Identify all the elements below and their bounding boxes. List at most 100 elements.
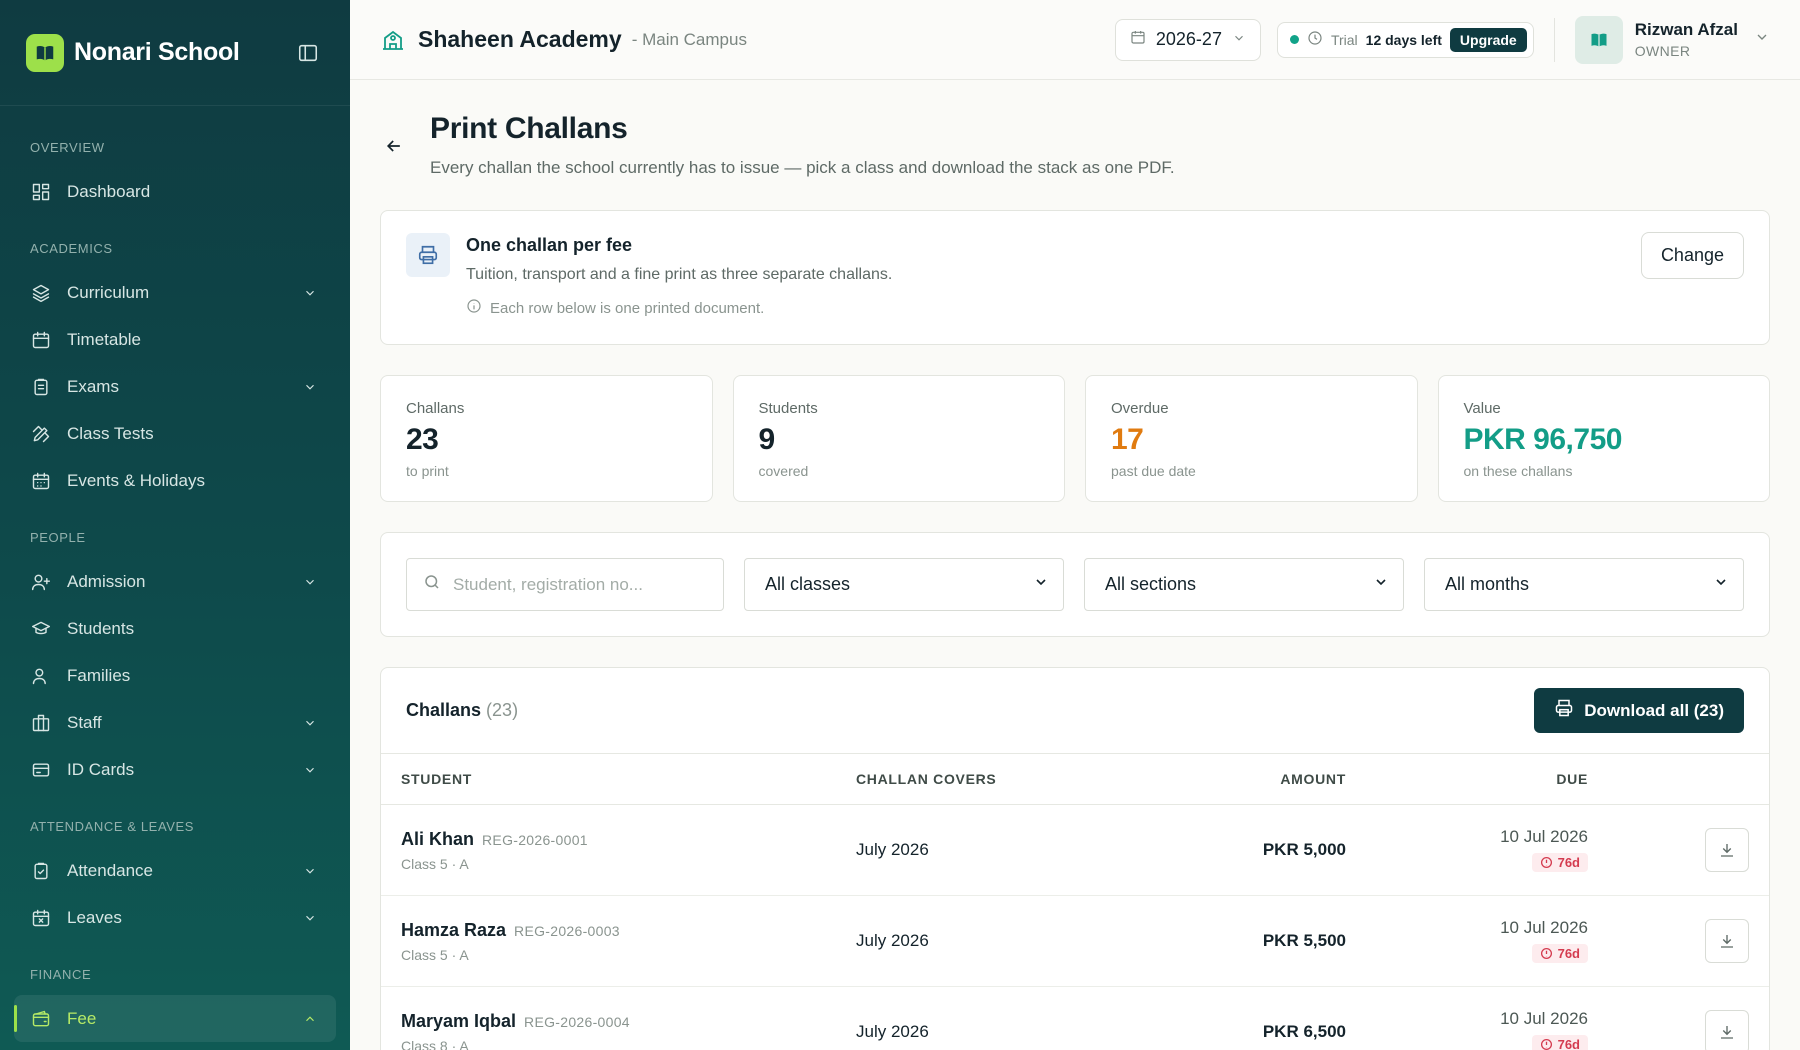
chevron-down-icon [1232,29,1246,50]
download-challan-button[interactable] [1705,919,1749,963]
overdue-badge: 76d [1531,852,1588,872]
sidebar-item-label: Fee [67,1008,97,1028]
column-header-amount[interactable]: AMOUNT [1146,771,1346,787]
page-title: Print Challans [430,112,628,145]
search-input[interactable] [453,574,707,595]
chevron-down-icon [302,574,318,590]
challans-table-card: Challans (23) Download all (23) STUDENT … [380,667,1770,1050]
divider [1553,17,1555,62]
academic-year-select[interactable]: 2026-27 [1114,18,1261,61]
due-date: 10 Jul 2026 [1500,1008,1588,1028]
sidebar-item-students[interactable]: Students [0,605,350,652]
download-icon [1721,935,1733,948]
filters-bar: All classes All sections All months [380,532,1770,637]
stat-label: Students [758,400,818,417]
challan-covers: July 2026 [856,931,929,950]
download-all-button[interactable]: Download all (23) [1534,688,1744,733]
sidebar-item-label: Dashboard [67,181,151,201]
student-name: Ali Khan [401,828,475,849]
stat-card-students: Students 9 covered [732,375,1065,502]
table-row[interactable]: Ali Khan REG-2026-0001 Class 5 · A July 2… [381,805,1769,896]
download-icon [1721,844,1733,857]
sidebar-toggle-icon[interactable] [294,39,322,67]
sidebar-item-attendance[interactable]: Attendance [0,847,350,894]
change-mode-button[interactable]: Change [1640,232,1744,279]
back-arrow-icon[interactable] [382,134,406,158]
sidebar-item-label: Events & Holidays [67,470,205,490]
upgrade-button[interactable]: Upgrade [1449,27,1527,52]
sidebar-item-label: Families [67,665,131,685]
table-row[interactable]: Maryam Iqbal REG-2026-0004 Class 8 · A Ju… [381,987,1769,1050]
student-cell: Ali Khan REG-2026-0001 Class 5 · A [381,829,856,872]
sidebar-item-events-holidays[interactable]: Events & Holidays [0,457,350,504]
download-challan-button[interactable] [1705,828,1749,872]
search-field[interactable] [406,558,724,611]
user-name: Rizwan Afzal [1634,20,1738,39]
registration-number: REG-2026-0001 [482,831,588,848]
chevron-down-icon [1713,574,1729,595]
student-cell: Maryam Iqbal REG-2026-0004 Class 8 · A [381,1011,856,1050]
sidebar-item-fee[interactable]: Fee [14,995,336,1042]
column-header-student[interactable]: STUDENT [381,771,856,787]
sidebar-item-exams[interactable]: Exams [0,363,350,410]
chevron-down-icon [1373,574,1389,595]
sidebar-item-class-tests[interactable]: Class Tests [0,410,350,457]
nav-section-heading: OVERVIEW [30,140,105,155]
alert-circle-icon [1540,856,1552,868]
overdue-days: 76d [1557,945,1580,961]
school-building-icon [380,27,406,53]
layers-icon [30,282,52,304]
mode-note: Each row below is one printed document. [466,298,1641,318]
table-title-text: Challans [406,700,482,720]
page-subtitle: Every challan the school currently has t… [430,158,1175,177]
download-challan-button[interactable] [1705,1010,1749,1050]
stat-caption: on these challans [1463,463,1573,479]
chevron-down-icon [302,863,318,879]
trial-label: Trial [1330,31,1358,48]
brand-header: Nonari School [0,0,350,106]
due-cell: 10 Jul 2026 76d [1346,1009,1588,1050]
sidebar-item-label: Admission [67,571,146,591]
nav-section-heading: ATTENDANCE & LEAVES [30,819,195,834]
trial-status-dot [1289,35,1299,44]
student-class: Class 5 · A [401,946,469,963]
sidebar-item-dashboard[interactable]: Dashboard [0,168,350,215]
stat-label: Challans [406,400,465,417]
sidebar-item-admission[interactable]: Admission [0,558,350,605]
challan-covers: July 2026 [856,1022,929,1041]
section-select-value: All sections [1105,574,1197,594]
building-icon [30,712,52,734]
column-header-due[interactable]: DUE [1346,771,1588,787]
actions-cell [1588,828,1769,872]
column-header-covers[interactable]: CHALLAN COVERS [856,771,1146,787]
sidebar-item-label: Class Tests [67,423,154,443]
sidebar-item-leaves[interactable]: Leaves [0,894,350,941]
sidebar-item-curriculum[interactable]: Curriculum [0,269,350,316]
calendar-x-icon [30,907,52,929]
table-head: STUDENT CHALLAN COVERS AMOUNT DUE [381,754,1769,805]
sidebar-item-label: Leaves [67,907,122,927]
sidebar-item-families[interactable]: Families [0,652,350,699]
graduation-cap-icon [30,618,52,640]
student-class: Class 5 · A [401,855,469,872]
brand-name: Nonari School [74,38,240,66]
actions-cell [1588,919,1769,963]
student-name: Hamza Raza [401,919,507,940]
month-select[interactable]: All months [1424,558,1744,611]
overdue-badge: 76d [1531,1034,1588,1050]
avatar [1574,15,1623,64]
table-row[interactable]: Hamza Raza REG-2026-0003 Class 5 · A July… [381,896,1769,987]
challan-amount: PKR 5,500 [1262,931,1346,950]
class-select[interactable]: All classes [744,558,1064,611]
overdue-badge: 76d [1531,943,1588,963]
dashboard-icon [30,181,52,203]
sidebar-item-id-cards[interactable]: ID Cards [0,746,350,793]
user-menu[interactable]: Rizwan Afzal OWNER [1574,15,1770,64]
section-select[interactable]: All sections [1084,558,1404,611]
alert-circle-icon [1540,1038,1552,1050]
sidebar-item-timetable[interactable]: Timetable [0,316,350,363]
clock-icon [1307,30,1323,49]
stat-value: PKR 96,750 [1463,423,1623,456]
sidebar-item-staff[interactable]: Staff [0,699,350,746]
overdue-days: 76d [1557,854,1580,870]
